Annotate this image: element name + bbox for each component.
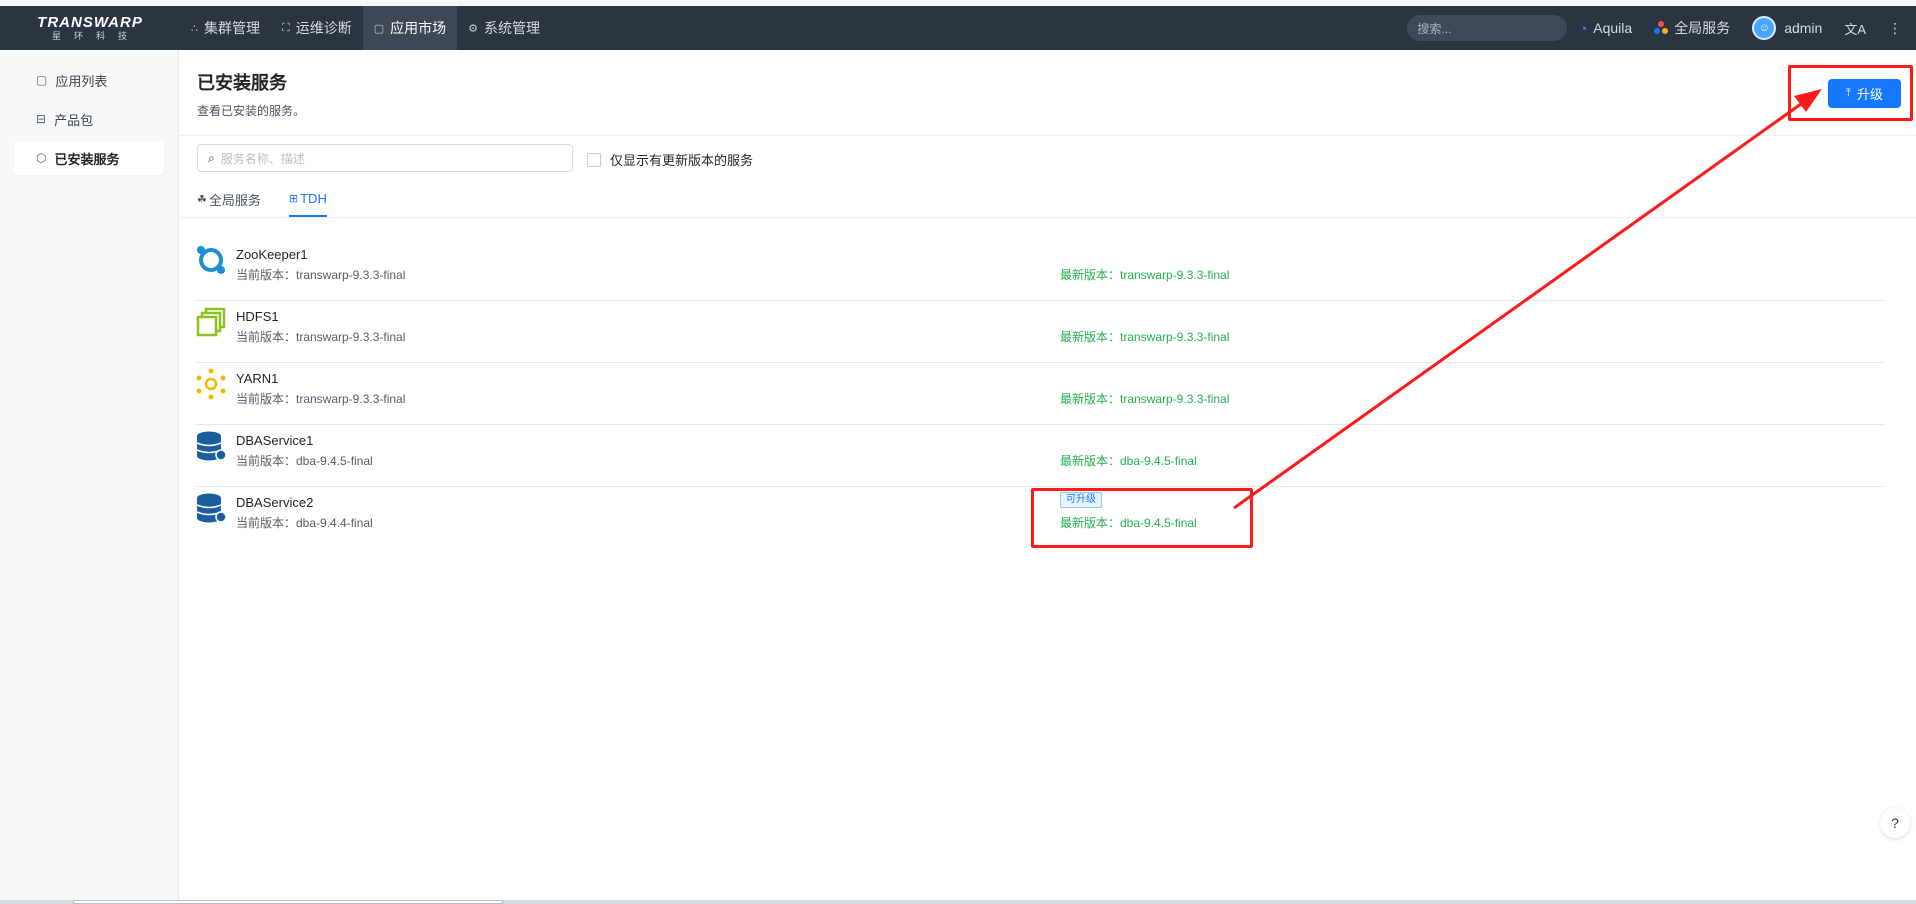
service-row-zookeeper[interactable]: ZooKeeper1 当前版本：transwarp-9.3.3-final 最新… xyxy=(195,239,1885,301)
divider xyxy=(180,217,1916,218)
service-current-version: 当前版本：transwarp-9.3.3-final xyxy=(236,392,406,406)
global-search-input[interactable]: 搜索... xyxy=(1407,15,1568,41)
sidebar-item-installed[interactable]: ⬡ 已安装服务 xyxy=(14,141,164,175)
translate-icon[interactable]: 文A xyxy=(1844,19,1866,38)
service-row-dbaservice1[interactable]: DBAService1 当前版本：dba-9.4.5-final 最新版本：db… xyxy=(195,425,1885,487)
brand-subtitle: 星环科技 xyxy=(51,30,140,41)
aquila-label: Aquila xyxy=(1593,20,1633,36)
checkbox-box[interactable] xyxy=(587,152,601,167)
global-service-icon: ☘ xyxy=(197,194,207,206)
hdfs-icon xyxy=(196,307,226,337)
cluster-icon: ∴ xyxy=(191,22,198,35)
help-button[interactable]: ? xyxy=(1880,808,1910,838)
yarn-icon xyxy=(196,368,226,400)
sidebar-item-package[interactable]: ⊟ 产品包 xyxy=(14,102,164,136)
service-current-version: 当前版本：transwarp-9.3.3-final xyxy=(236,268,406,282)
nav-item-label: 应用市场 xyxy=(390,20,447,36)
market-icon: ▢ xyxy=(373,22,385,35)
service-latest-version: 最新版本：transwarp-9.3.3-final xyxy=(1060,330,1230,344)
user-name: admin xyxy=(1784,20,1823,36)
sidebar-item-app-list[interactable]: ▢ 应用列表 xyxy=(14,63,164,97)
search-icon: ⌕ xyxy=(208,150,215,165)
diagnose-icon: ⛶ xyxy=(282,21,290,34)
service-name: YARN1 xyxy=(236,371,279,386)
brand-name: TRANSWARP xyxy=(37,13,143,31)
nav-right: 搜索... ◔ Aquila 全局服务 ☺ admin 文A ⋮ xyxy=(1407,6,1916,50)
service-current-version: 当前版本：dba-9.4.5-final xyxy=(236,454,373,468)
aquila-icon: ◔ xyxy=(1579,20,1588,36)
nav-item-system[interactable]: ⚙ 系统管理 xyxy=(457,6,551,50)
sidebar-item-label: 已安装服务 xyxy=(54,151,120,167)
annotation-highlight-latest-version xyxy=(1031,488,1253,548)
service-latest-version: 最新版本：transwarp-9.3.3-final xyxy=(1060,392,1230,406)
zookeeper-icon xyxy=(197,246,225,274)
app-list-icon: ▢ xyxy=(36,73,48,87)
service-current-version: 当前版本：transwarp-9.3.3-final xyxy=(236,330,406,344)
sidebar-item-label: 产品包 xyxy=(54,112,94,128)
divider xyxy=(180,135,1916,136)
nav-item-diagnose[interactable]: ⛶ 运维诊断 xyxy=(271,6,363,50)
tab-global-services[interactable]: ☘ 全局服务 xyxy=(197,190,261,217)
installed-icon: ⬡ xyxy=(36,151,47,165)
service-search-placeholder: 服务名称、描述 xyxy=(220,151,305,166)
tab-label: TDH xyxy=(300,191,327,206)
service-name: DBAService1 xyxy=(236,433,314,448)
service-row-hdfs[interactable]: HDFS1 当前版本：transwarp-9.3.3-final 最新版本：tr… xyxy=(195,301,1885,363)
database-icon xyxy=(196,493,227,523)
global-services-label: 全局服务 xyxy=(1674,20,1731,36)
package-icon: ⊟ xyxy=(36,112,47,126)
help-icon: ? xyxy=(1891,815,1899,831)
nav-item-cluster[interactable]: ∴ 集群管理 xyxy=(180,6,271,50)
nav-item-label: 集群管理 xyxy=(204,20,260,36)
service-latest-version: 最新版本：transwarp-9.3.3-final xyxy=(1060,268,1230,282)
more-vertical-icon[interactable]: ⋮ xyxy=(1888,20,1902,37)
tab-tdh[interactable]: ⊞ TDH xyxy=(288,190,327,217)
aquila-link[interactable]: ◔ Aquila xyxy=(1579,20,1632,36)
service-tabs: ☘ 全局服务 ⊞ TDH xyxy=(197,190,355,217)
avatar: ☺ xyxy=(1752,16,1777,40)
service-row-yarn[interactable]: YARN1 当前版本：transwarp-9.3.3-final 最新版本：tr… xyxy=(195,363,1885,425)
global-services-link[interactable]: 全局服务 xyxy=(1654,18,1730,38)
page-title: 已安装服务 xyxy=(197,73,287,93)
global-services-icon xyxy=(1654,21,1669,35)
page-description: 查看已安装的服务。 xyxy=(197,104,306,118)
only-updates-checkbox[interactable]: 仅显示有更新版本的服务 xyxy=(587,150,753,169)
service-name: DBAService2 xyxy=(236,495,314,510)
nav-item-label: 运维诊断 xyxy=(295,20,352,36)
service-name: HDFS1 xyxy=(236,309,279,324)
brand-logo[interactable]: TRANSWARP 星环科技 xyxy=(0,6,180,50)
tdh-icon: ⊞ xyxy=(288,193,299,205)
sidebar: ▢ 应用列表 ⊟ 产品包 ⬡ 已安装服务 xyxy=(0,50,179,900)
nav-item-market[interactable]: ▢ 应用市场 xyxy=(362,6,458,50)
user-menu[interactable]: ☺ admin xyxy=(1752,16,1822,40)
top-navbar: TRANSWARP 星环科技 ∴ 集群管理 ⛶ 运维诊断 ▢ 应用市场 ⚙ 系统… xyxy=(0,6,1916,50)
main-content: 已安装服务 查看已安装的服务。 ⤒ 升级 ⌕ 服务名称、描述 仅显示有更新版本的… xyxy=(180,50,1916,900)
gear-icon: ⚙ xyxy=(468,22,478,35)
service-latest-version: 最新版本：dba-9.4.5-final xyxy=(1060,454,1197,468)
only-updates-label: 仅显示有更新版本的服务 xyxy=(610,153,754,168)
sidebar-item-label: 应用列表 xyxy=(55,73,108,89)
service-search-input[interactable]: ⌕ 服务名称、描述 xyxy=(197,144,573,172)
tab-label: 全局服务 xyxy=(208,193,261,208)
nav-item-label: 系统管理 xyxy=(483,20,540,36)
scrollbar-thumb[interactable] xyxy=(73,900,503,904)
database-icon xyxy=(196,431,227,461)
service-name: ZooKeeper1 xyxy=(236,247,308,262)
annotation-highlight-upgrade xyxy=(1788,65,1913,121)
service-current-version: 当前版本：dba-9.4.4-final xyxy=(236,516,373,530)
